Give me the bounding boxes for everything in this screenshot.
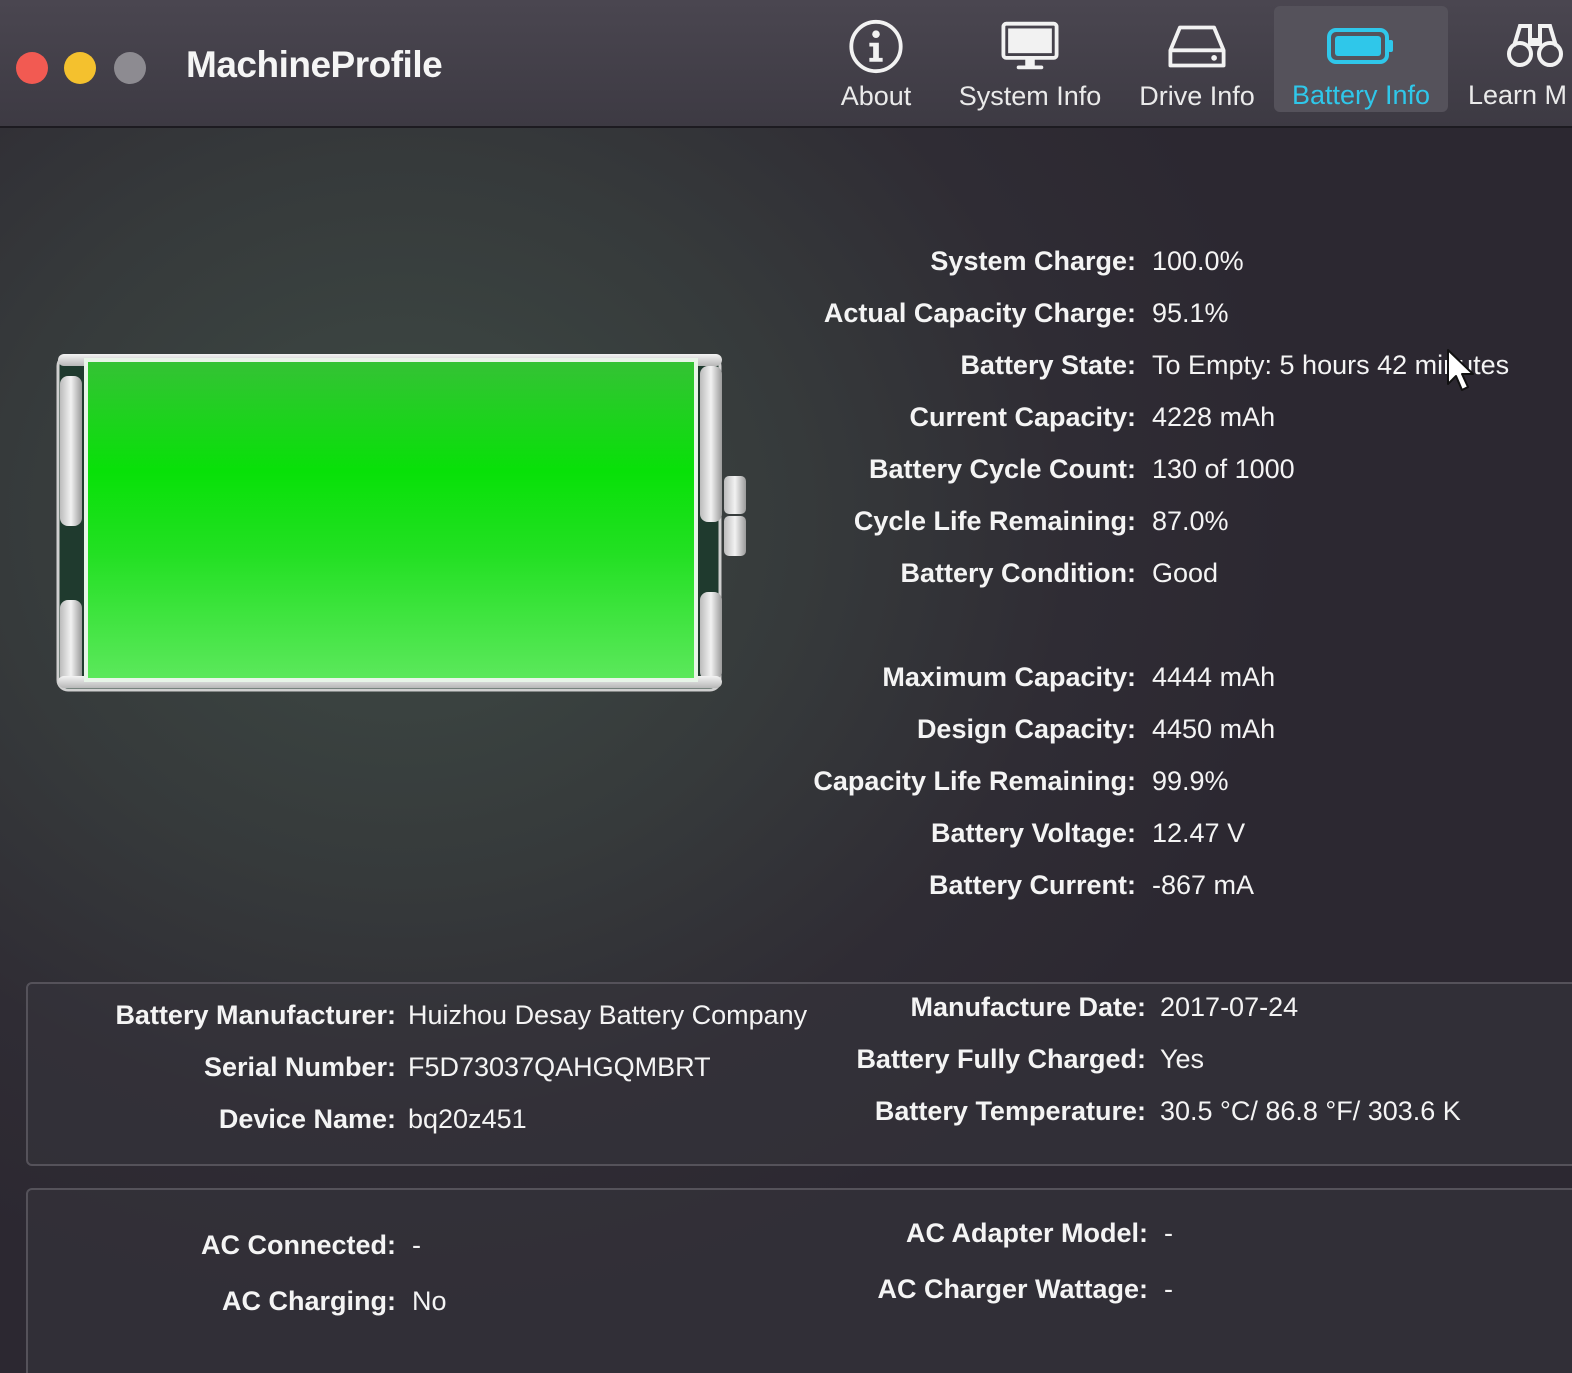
battery-charge-fill <box>84 358 698 682</box>
tab-label: Learn M <box>1468 80 1568 110</box>
stat-value: 99.9% <box>1152 766 1229 796</box>
binoculars-icon <box>1507 24 1563 67</box>
battery-level-graphic <box>56 354 746 692</box>
tab-drive-info[interactable]: Drive Info <box>1128 6 1266 112</box>
stat-label: Current Capacity: <box>909 402 1136 432</box>
stat-label: Battery Current: <box>928 870 1136 900</box>
stat-label: System Charge: <box>930 246 1136 276</box>
stat-row: System Charge: 100.0% <box>760 246 1560 286</box>
hw-label: Battery Temperature: <box>874 1096 1146 1126</box>
stat-value: 4450 mAh <box>1152 714 1276 744</box>
stat-row: Battery Current: -867 mA <box>760 870 1560 910</box>
stat-value: 4228 mAh <box>1152 402 1276 432</box>
hw-value: Yes <box>1160 1044 1205 1074</box>
tab-learn-more[interactable]: Learn M <box>1462 6 1572 112</box>
stat-label: Design Capacity: <box>916 714 1136 744</box>
stat-row: Battery Cycle Count: 130 of 1000 <box>760 454 1560 494</box>
stat-value: 4444 mAh <box>1152 662 1276 692</box>
ac-row: AC Charger Wattage: - <box>28 1274 1173 1314</box>
monitor-icon <box>1001 21 1059 70</box>
stat-value: Good <box>1152 558 1219 588</box>
hw-row: Manufacture Date: 2017-07-24 <box>28 992 1298 1032</box>
stat-row: Battery Condition: Good <box>760 558 1560 598</box>
stat-label: Battery State: <box>960 350 1136 380</box>
battery-icon <box>1327 28 1393 64</box>
stat-label: Battery Voltage: <box>930 818 1136 848</box>
stat-row: Capacity Life Remaining: 99.9% <box>760 766 1560 806</box>
tab-label: Drive Info <box>1139 81 1255 111</box>
stat-row: Battery State: To Empty: 5 hours 42 minu… <box>760 350 1560 390</box>
stat-value: 87.0% <box>1152 506 1229 536</box>
ac-row: AC Adapter Model: - <box>28 1218 1173 1258</box>
toolbar: MachineProfile About System Info Drive I… <box>0 0 1572 128</box>
mouse-cursor-icon <box>1447 349 1474 391</box>
hw-value: 2017-07-24 <box>1160 992 1299 1022</box>
tab-label: About <box>840 81 912 111</box>
tab-label: System Info <box>958 81 1102 111</box>
hw-row: Battery Fully Charged: Yes <box>28 1044 1204 1084</box>
stat-row: Actual Capacity Charge: 95.1% <box>760 298 1560 338</box>
stat-row: Cycle Life Remaining: 87.0% <box>760 506 1560 546</box>
hw-label: Battery Fully Charged: <box>856 1044 1146 1074</box>
hw-value: 30.5 °C/ 86.8 °F/ 303.6 K <box>1160 1096 1461 1126</box>
ac-value: - <box>1164 1274 1173 1304</box>
tab-about[interactable]: About <box>822 6 930 112</box>
hw-label: Manufacture Date: <box>910 992 1146 1022</box>
stat-value: 130 of 1000 <box>1152 454 1295 484</box>
close-button[interactable] <box>16 52 48 84</box>
tab-system-info[interactable]: System Info <box>946 6 1114 112</box>
app-window: MachineProfile About System Info Drive I… <box>0 0 1572 1373</box>
stat-label: Actual Capacity Charge: <box>823 298 1136 328</box>
ac-value: - <box>1164 1218 1173 1248</box>
ac-info-panel: AC Connected: - AC Charging: No AC Adapt… <box>26 1188 1572 1373</box>
stat-label: Battery Cycle Count: <box>868 454 1136 484</box>
tab-label: Battery Info <box>1291 80 1431 110</box>
stat-value: 95.1% <box>1152 298 1229 328</box>
stat-label: Battery Condition: <box>900 558 1137 588</box>
app-title: MachineProfile <box>186 44 443 85</box>
stat-row: Design Capacity: 4450 mAh <box>760 714 1560 754</box>
stat-row: Battery Voltage: 12.47 V <box>760 818 1560 858</box>
stat-row: Current Capacity: 4228 mAh <box>760 402 1560 442</box>
minimize-button[interactable] <box>64 52 96 84</box>
hardware-info-panel: Battery Manufacturer: Huizhou Desay Batt… <box>26 982 1572 1166</box>
info-icon <box>849 19 903 74</box>
stat-value: 100.0% <box>1152 246 1244 276</box>
hw-row: Battery Temperature: 30.5 °C/ 86.8 °F/ 3… <box>28 1096 1461 1136</box>
stat-row: Maximum Capacity: 4444 mAh <box>760 662 1560 702</box>
ac-label: AC Adapter Model: <box>906 1218 1148 1248</box>
stat-label: Maximum Capacity: <box>882 662 1136 692</box>
zoom-button[interactable] <box>114 52 146 84</box>
drive-icon <box>1168 25 1226 68</box>
stat-value: -867 mA <box>1152 870 1255 900</box>
stat-value: 12.47 V <box>1152 818 1246 848</box>
tab-battery-info[interactable]: Battery Info <box>1274 6 1448 112</box>
stat-label: Capacity Life Remaining: <box>813 766 1136 796</box>
stat-label: Cycle Life Remaining: <box>853 506 1136 536</box>
ac-label: AC Charger Wattage: <box>877 1274 1148 1304</box>
